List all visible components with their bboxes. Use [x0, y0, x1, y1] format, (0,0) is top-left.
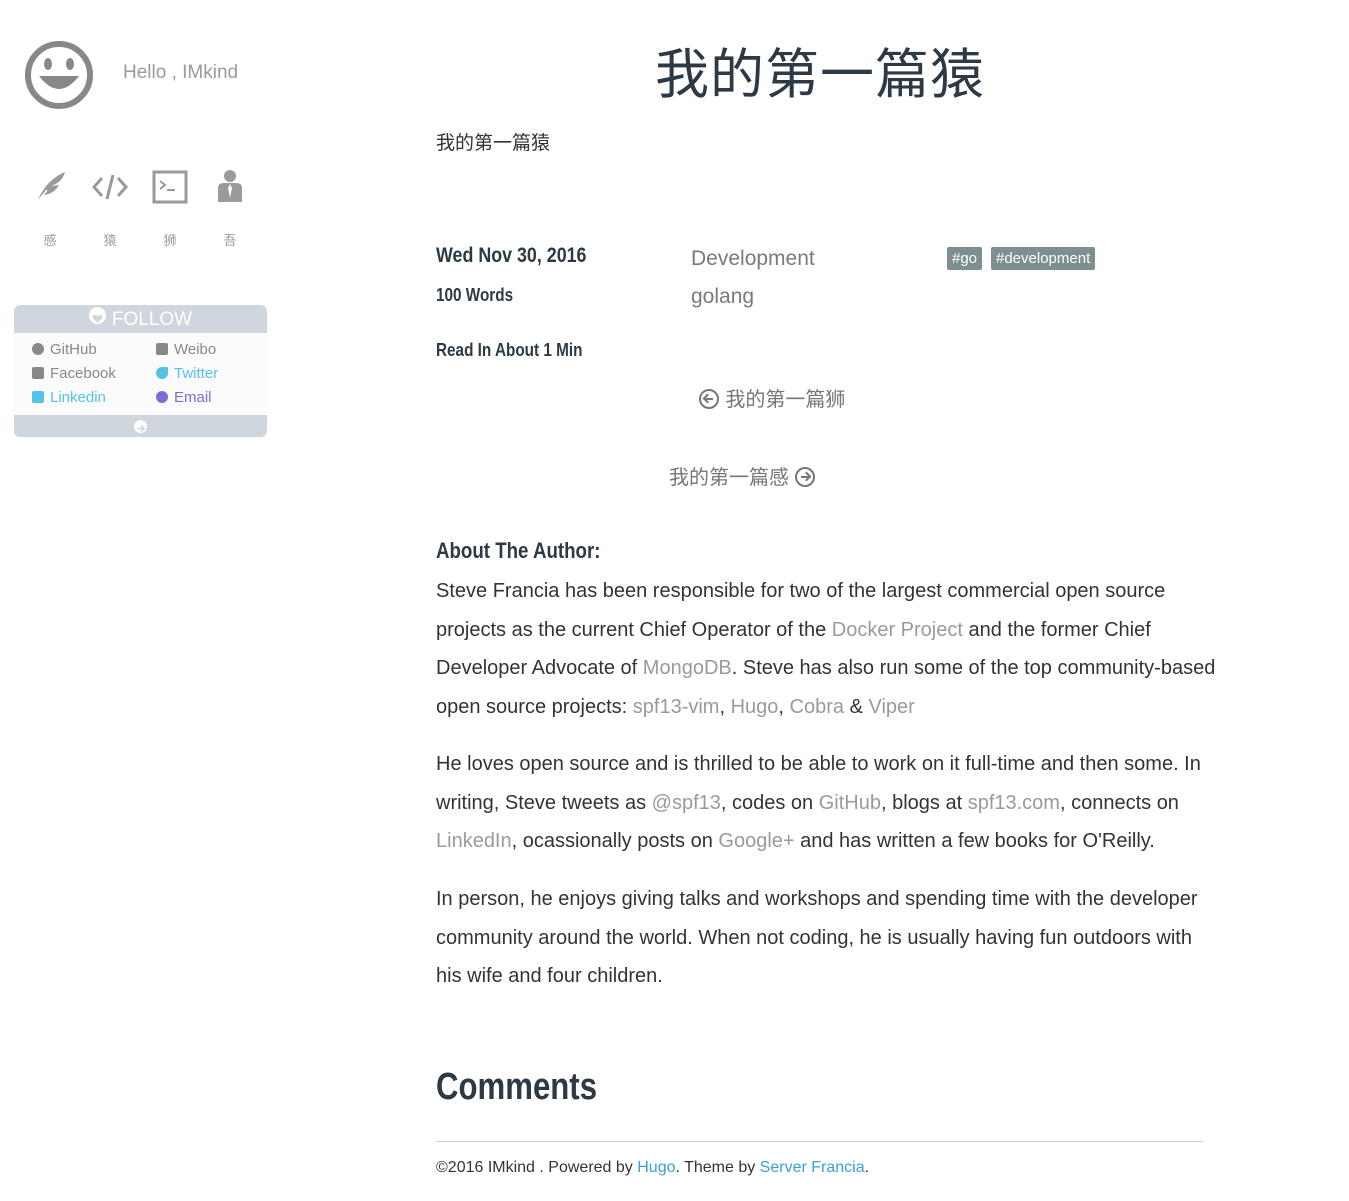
email-link[interactable]: Email [156, 389, 212, 406]
follow-header: FOLLOW [14, 305, 267, 333]
about-author-heading: About The Author: [436, 538, 601, 563]
person-icon [218, 170, 242, 202]
heart-icon [88, 307, 106, 324]
post-summary: 我的第一篇猿 [436, 132, 551, 154]
greeting: Hello , IMkind [123, 62, 239, 83]
mongodb-link[interactable]: MongoDB [643, 657, 732, 679]
prev-post-link[interactable]: 我的第一篇狮 [699, 383, 845, 412]
post-word-count: 100 Words [436, 285, 514, 305]
nav-item-feel[interactable]: 感 [24, 168, 76, 249]
tag-link[interactable]: #development [991, 247, 1096, 270]
terminal-icon [152, 170, 188, 204]
hugo-footer-link[interactable]: Hugo [637, 1159, 675, 1176]
github-profile-link[interactable]: GitHub [819, 792, 881, 814]
bio-text: & [844, 695, 869, 718]
post-read-time: Read In About 1 Min [436, 340, 583, 360]
nav-label: 感 [43, 234, 57, 249]
facebook-icon [32, 367, 44, 379]
nav-label: 猿 [103, 234, 117, 249]
arrow-left-circle-icon [699, 389, 719, 409]
bio-paragraph: In person, he enjoys giving talks and wo… [436, 888, 1198, 987]
linkedin-profile-link[interactable]: LinkedIn [436, 830, 512, 852]
docker-link[interactable]: Docker Project [832, 619, 963, 641]
weibo-icon [156, 343, 168, 355]
bio-paragraph: Steve Francia has been responsible for t… [436, 572, 1216, 726]
google-plus-link[interactable]: Google+ [718, 830, 794, 852]
linkedin-icon [32, 391, 44, 403]
follow-title: FOLLOW [111, 309, 193, 330]
email-icon [156, 391, 168, 403]
blog-link[interactable]: spf13.com [968, 792, 1060, 814]
linkedin-link[interactable]: Linkedin [32, 389, 106, 406]
tag-link[interactable]: #go [947, 247, 983, 270]
nav-item-about[interactable]: 吾 [204, 168, 256, 249]
feather-icon [36, 172, 65, 203]
github-link-label: GitHub [50, 341, 97, 358]
sidebar-nav: 感 猿 狮 吾 [24, 168, 254, 258]
post-date: Wed Nov 30, 2016 [436, 244, 587, 267]
weibo-link[interactable]: Weibo [156, 341, 216, 358]
follow-links: GitHub Weibo Facebook Twitter Linkedin E… [14, 333, 267, 415]
facebook-link[interactable]: Facebook [32, 365, 116, 382]
linkedin-link-label: Linkedin [50, 389, 106, 406]
follow-footer[interactable] [14, 415, 267, 437]
github-icon [32, 343, 44, 355]
weibo-link-label: Weibo [174, 341, 217, 358]
spf13-vim-link[interactable]: spf13-vim [633, 696, 720, 718]
category-link[interactable]: Development [691, 247, 815, 271]
post-title: 我的第一篇猿 [655, 43, 985, 106]
bio-text: , blogs at [880, 791, 968, 814]
comments-heading: Comments [436, 1066, 598, 1108]
prev-post-label: 我的第一篇狮 [725, 387, 846, 411]
bio-text: , [719, 695, 731, 718]
bio-text: , [778, 695, 790, 718]
follow-widget: FOLLOW GitHub Weibo Facebook Twitter Lin… [14, 305, 267, 437]
hugo-link[interactable]: Hugo [731, 696, 779, 718]
footer-copyright: ©2016 IMkind . Powered by [436, 1159, 638, 1176]
twitter-link[interactable]: Twitter [156, 365, 218, 382]
facebook-link-label: Facebook [50, 365, 116, 382]
site-footer: ©2016 IMkind . Powered by Hugo. Theme by… [436, 1159, 869, 1177]
twitter-icon [156, 367, 168, 379]
code-icon [91, 174, 129, 200]
twitter-link-label: Twitter [174, 365, 219, 382]
footer-text: . [864, 1159, 870, 1176]
cobra-link[interactable]: Cobra [790, 696, 844, 718]
bio-text: , codes on [720, 791, 819, 814]
github-link[interactable]: GitHub [32, 341, 97, 358]
nav-item-terminal[interactable]: 狮 [144, 168, 196, 249]
arrow-right-icon [134, 420, 147, 433]
smiley-avatar-icon[interactable] [24, 40, 94, 110]
next-post-label: 我的第一篇感 [669, 465, 789, 489]
arrow-right-circle-icon [795, 467, 816, 487]
footer-divider [436, 1141, 1203, 1142]
nav-item-code[interactable]: 猿 [84, 168, 136, 249]
bio-text: and has written a few books for O'Reilly… [794, 830, 1155, 852]
category-link[interactable]: golang [691, 285, 754, 309]
nav-label: 吾 [223, 234, 237, 249]
viper-link[interactable]: Viper [868, 696, 914, 718]
nav-label: 狮 [163, 234, 177, 249]
next-post-link[interactable]: 我的第一篇感 [669, 461, 816, 490]
twitter-handle-link[interactable]: @spf13 [652, 792, 721, 814]
bio-text: , connects on [1059, 791, 1179, 814]
email-link-label: Email [174, 389, 212, 406]
footer-text: . Theme by [675, 1159, 760, 1176]
theme-author-link[interactable]: Server Francia [760, 1159, 865, 1176]
bio-paragraph: He loves open source and is thrilled to … [436, 745, 1216, 861]
bio-text: , ocassionally posts on [511, 830, 719, 852]
